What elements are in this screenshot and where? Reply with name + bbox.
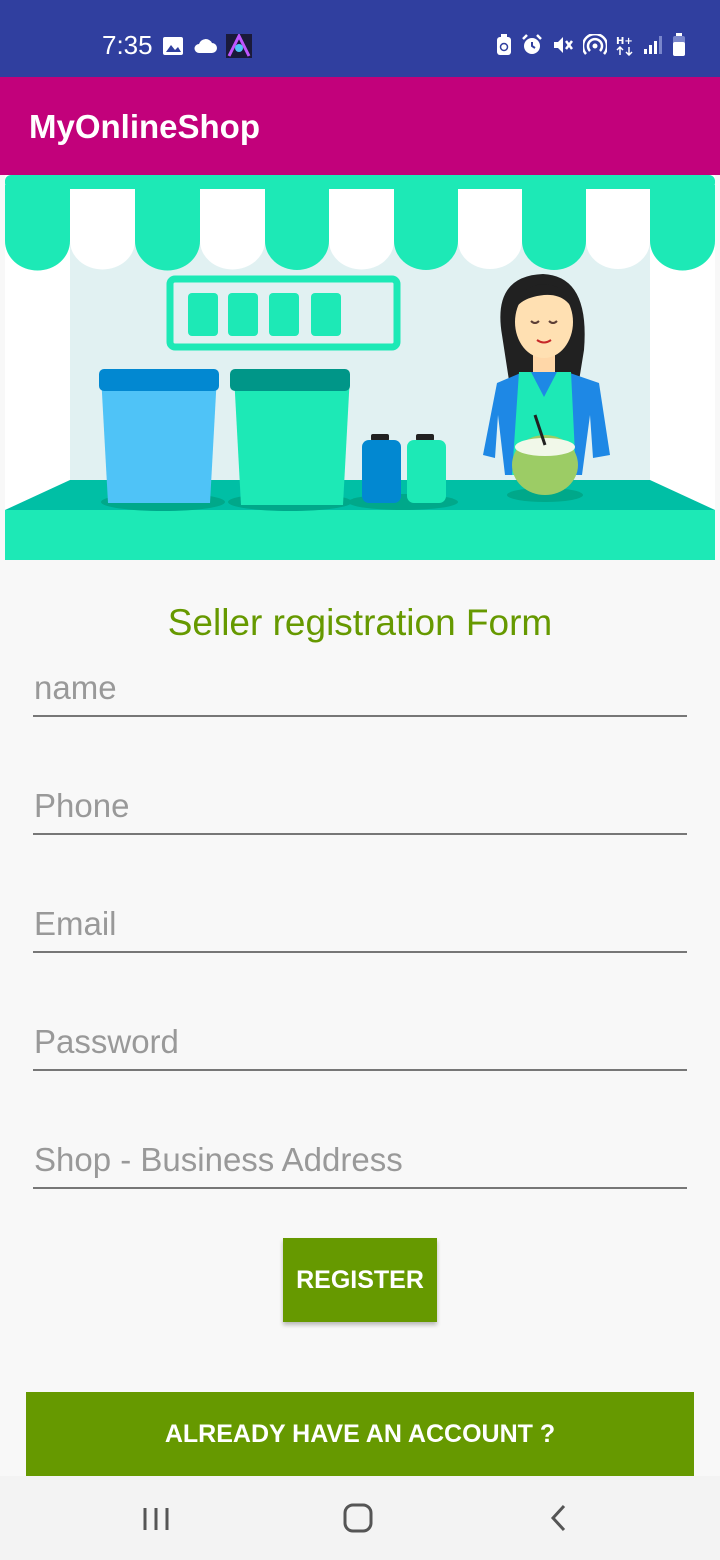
name-input[interactable]: name [33,657,687,717]
address-placeholder: Shop - Business Address [34,1141,403,1178]
shop-stall-image [5,175,715,560]
password-placeholder: Password [34,1023,179,1060]
signal-icon [644,36,662,54]
name-placeholder: name [34,669,117,706]
status-time: 7:35 [102,30,153,60]
phone-placeholder: Phone [34,787,130,824]
network-type-icon: H+ [616,36,633,56]
status-left-icons [162,34,252,58]
password-input[interactable]: Password [33,1011,687,1071]
status-bar: 7:35 H+ [0,0,720,77]
status-right-icons: H+ [496,33,686,57]
mute-icon [554,37,573,53]
shop-illustration [5,175,715,560]
email-placeholder: Email [34,905,117,942]
svg-text:H+: H+ [616,36,633,47]
address-input[interactable]: Shop - Business Address [33,1129,687,1189]
already-have-account-button[interactable]: ALREADY HAVE AN ACCOUNT ? [26,1392,694,1476]
app-icon [226,34,252,58]
navigation-bar [0,1476,720,1560]
battery-icon [673,33,685,56]
hotspot-icon [583,34,607,55]
register-button[interactable]: REGISTER [283,1238,437,1322]
email-input[interactable]: Email [33,893,687,953]
home-icon[interactable] [336,1496,380,1540]
recent-apps-icon[interactable] [134,1496,178,1540]
back-icon[interactable] [538,1496,582,1540]
form-title: Seller registration Form [167,602,553,643]
alarm-icon [522,34,542,54]
image-icon [163,37,183,55]
phone-input[interactable]: Phone [33,775,687,835]
app-bar: MyOnlineShop [0,77,720,175]
battery-saver-icon [497,34,511,55]
cloud-icon [194,39,217,53]
app-title: MyOnlineShop [29,108,260,145]
